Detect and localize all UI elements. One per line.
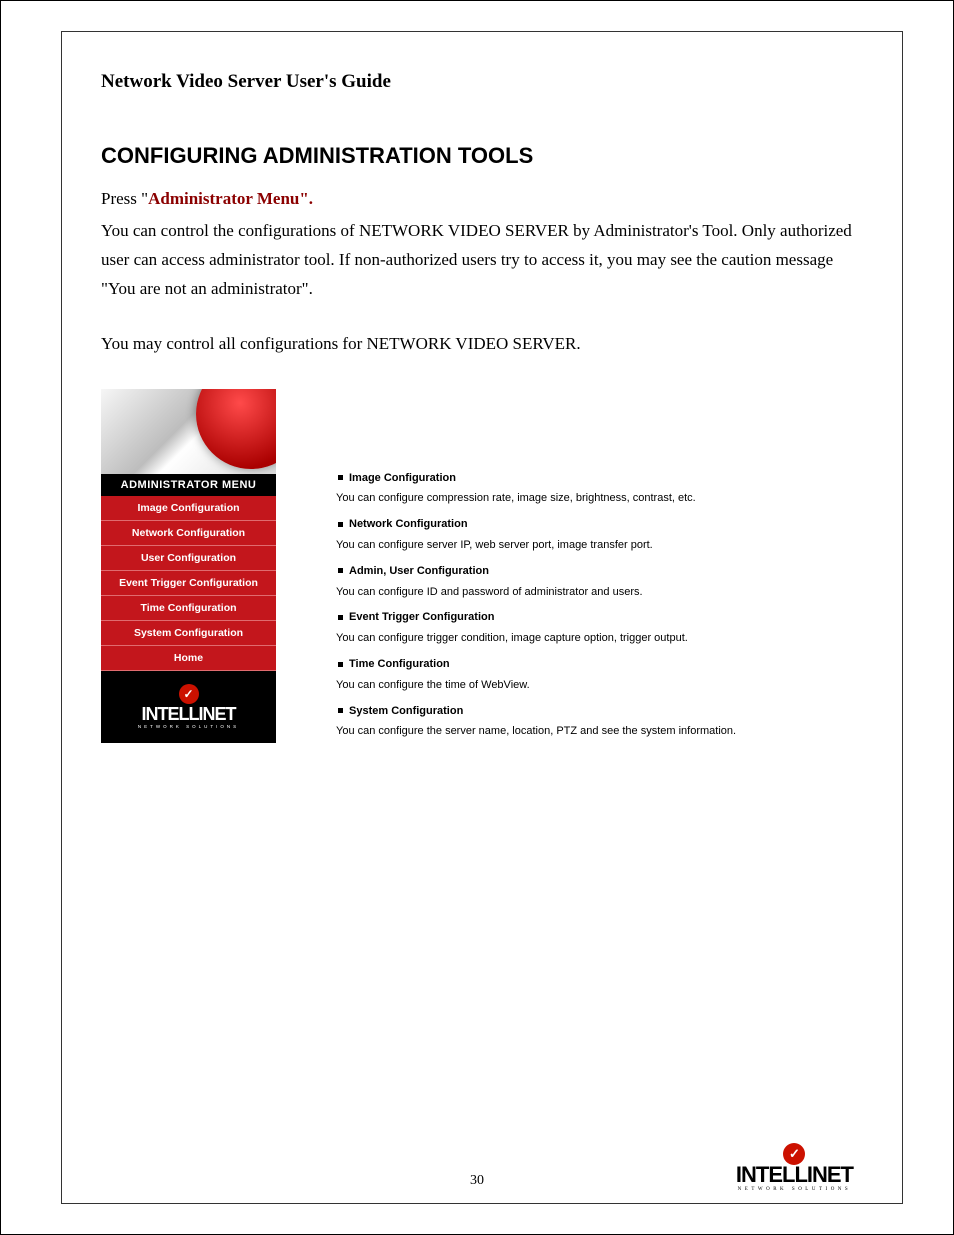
administrator-menu-link-text: Administrator Menu <box>148 189 299 208</box>
menu-item-user-configuration[interactable]: User Configuration <box>101 546 276 571</box>
bullet-icon <box>338 522 343 527</box>
desc-text: You can configure compression rate, imag… <box>336 489 736 509</box>
administrator-menu-panel: ADMINISTRATOR MENU Image Configuration N… <box>101 389 276 743</box>
bullet-icon <box>338 662 343 667</box>
menu-item-home[interactable]: Home <box>101 646 276 671</box>
desc-title: Time Configuration <box>349 658 450 670</box>
bullet-icon <box>338 708 343 713</box>
desc-text: You can configure trigger condition, ima… <box>336 629 736 649</box>
desc-text: You can configure server IP, web server … <box>336 536 736 556</box>
bullet-icon <box>338 615 343 620</box>
check-icon: ✓ <box>179 684 199 704</box>
brand-name: INTELLINET <box>736 1164 853 1186</box>
two-column-layout: ADMINISTRATOR MENU Image Configuration N… <box>101 389 853 749</box>
brand-subtitle: NETWORK SOLUTIONS <box>138 724 239 729</box>
configuration-descriptions: Image Configuration You can configure co… <box>336 389 736 749</box>
admin-menu-title: ADMINISTRATOR MENU <box>101 474 276 496</box>
menu-item-system-configuration[interactable]: System Configuration <box>101 621 276 646</box>
panel-brand-logo: ✓ INTELLINET NETWORK SOLUTIONS <box>101 671 276 743</box>
press-prefix: Press " <box>101 189 148 208</box>
desc-title: Image Configuration <box>349 472 456 484</box>
menu-item-image-configuration[interactable]: Image Configuration <box>101 496 276 521</box>
bullet-icon <box>338 475 343 480</box>
brand-subtitle: NETWORK SOLUTIONS <box>736 1187 853 1192</box>
desc-item: Time Configuration You can configure the… <box>336 655 736 696</box>
desc-item: Image Configuration You can configure co… <box>336 469 736 510</box>
desc-title: Admin, User Configuration <box>349 565 489 577</box>
bullet-icon <box>338 568 343 573</box>
footer-brand-logo: ✓ INTELLINET NETWORK SOLUTIONS <box>736 1143 853 1192</box>
document-page: Network Video Server User's Guide CONFIG… <box>0 0 954 1235</box>
section-heading: CONFIGURING ADMINISTRATION TOOLS <box>101 143 853 169</box>
desc-text: You can configure ID and password of adm… <box>336 583 736 603</box>
intro-paragraph-1: You can control the configurations of NE… <box>101 217 853 304</box>
menu-item-network-configuration[interactable]: Network Configuration <box>101 521 276 546</box>
desc-item: Admin, User Configuration You can config… <box>336 562 736 603</box>
panel-header-graphic <box>101 389 276 474</box>
brand-name: INTELLINET <box>142 705 236 723</box>
press-instruction: Press "Administrator Menu". <box>101 189 853 209</box>
menu-item-event-trigger-configuration[interactable]: Event Trigger Configuration <box>101 571 276 596</box>
page-content: Network Video Server User's Guide CONFIG… <box>61 41 893 748</box>
desc-title: System Configuration <box>349 705 463 717</box>
desc-item: Network Configuration You can configure … <box>336 515 736 556</box>
desc-item: System Configuration You can configure t… <box>336 702 736 743</box>
press-suffix: ". <box>299 189 313 208</box>
desc-title: Network Configuration <box>349 518 468 530</box>
intro-paragraph-2: You may control all configurations for N… <box>101 330 853 359</box>
page-header-title: Network Video Server User's Guide <box>101 71 853 93</box>
desc-title: Event Trigger Configuration <box>349 611 494 623</box>
desc-item: Event Trigger Configuration You can conf… <box>336 608 736 649</box>
desc-text: You can configure the server name, locat… <box>336 722 736 742</box>
menu-item-time-configuration[interactable]: Time Configuration <box>101 596 276 621</box>
desc-text: You can configure the time of WebView. <box>336 676 736 696</box>
